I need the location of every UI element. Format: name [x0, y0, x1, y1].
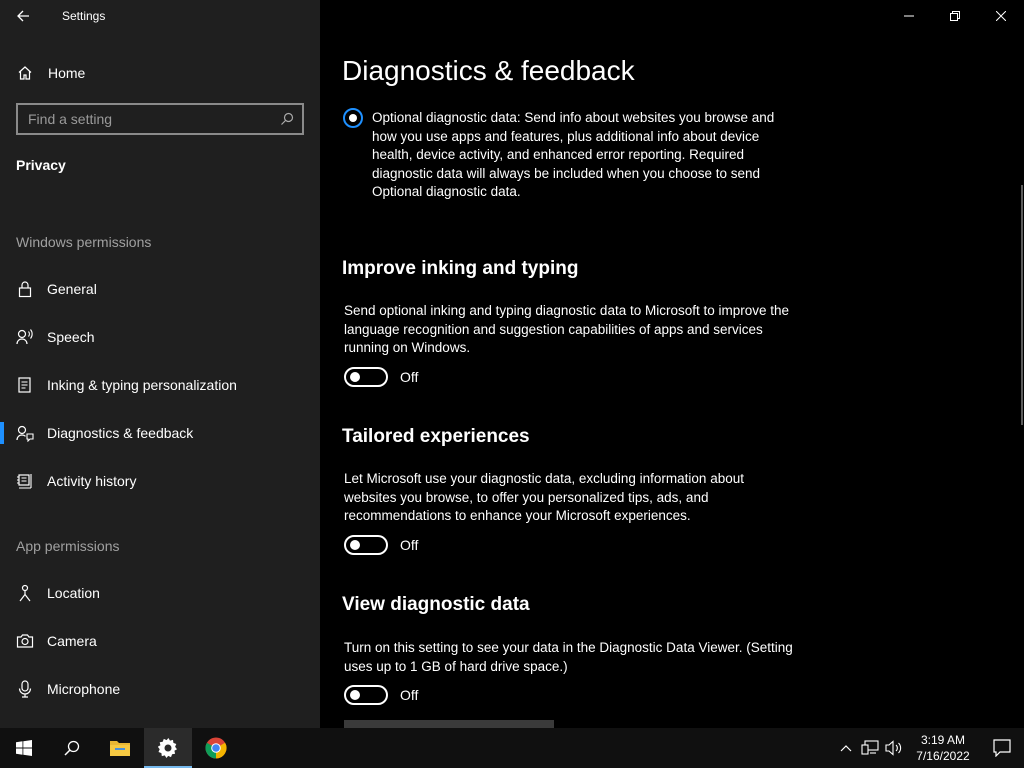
volume-button[interactable] — [882, 728, 906, 768]
minimize-icon — [904, 15, 914, 17]
sidebar-item-microphone[interactable]: Microphone — [0, 669, 320, 709]
sidebar-item-label: Inking & typing personalization — [47, 377, 237, 393]
optional-diagnostic-radio[interactable] — [343, 108, 363, 128]
clock-time: 3:19 AM — [920, 733, 966, 747]
settings-taskbar-button[interactable] — [144, 728, 192, 768]
microphone-icon — [16, 680, 34, 698]
group-label-app-permissions: App permissions — [16, 538, 120, 554]
sidebar-item-camera[interactable]: Camera — [0, 621, 320, 661]
speaker-icon — [885, 740, 902, 756]
taskbar: 3:19 AM 7/16/2022 — [0, 728, 1024, 768]
diagnostic-data-viewer-button[interactable] — [344, 720, 554, 728]
gear-icon — [158, 738, 178, 758]
view-diagnostic-data-toggle-row[interactable]: Off — [344, 685, 418, 705]
title-bar: Settings — [0, 0, 320, 32]
speech-icon — [16, 328, 34, 346]
window-controls — [886, 0, 1024, 32]
sidebar-item-label: Diagnostics & feedback — [47, 425, 194, 441]
main-content: Diagnostics & feedback Optional diagnost… — [320, 0, 1024, 728]
inking-icon — [16, 376, 34, 394]
clock[interactable]: 3:19 AM 7/16/2022 — [906, 732, 980, 764]
sidebar-item-diagnostics-feedback[interactable]: Diagnostics & feedback — [0, 413, 320, 453]
minimize-button[interactable] — [886, 0, 932, 32]
optional-diagnostic-text: Optional diagnostic data: Send info abou… — [372, 110, 775, 199]
close-button[interactable] — [978, 0, 1024, 32]
chevron-up-icon — [840, 745, 852, 752]
view-diagnostic-data-toggle[interactable] — [344, 685, 388, 705]
nav-home-label: Home — [48, 65, 86, 81]
location-icon — [16, 584, 34, 602]
search-icon[interactable] — [280, 112, 294, 126]
toggle-state-label: Off — [400, 687, 419, 703]
search-taskbar-button[interactable] — [48, 728, 96, 768]
folder-icon — [110, 741, 130, 756]
sidebar-item-label: General — [47, 281, 97, 297]
section-desc-inking-typing: Send optional inking and typing diagnost… — [344, 303, 790, 355]
sidebar-item-label: Activity history — [47, 473, 137, 489]
tailored-experiences-toggle-row[interactable]: Off — [344, 535, 418, 555]
section-heading-view-diagnostic-data: View diagnostic data — [342, 594, 530, 615]
inking-typing-toggle-row[interactable]: Off — [344, 367, 418, 387]
section-desc-tailored-experiences: Let Microsoft use your diagnostic data, … — [344, 471, 744, 523]
back-arrow-icon — [17, 10, 29, 22]
home-icon — [16, 64, 34, 82]
sidebar-item-activity-history[interactable]: Activity history — [0, 461, 320, 501]
sidebar: Settings Home Privacy Windows permission… — [0, 0, 320, 728]
page-title: Diagnostics & feedback — [342, 55, 635, 86]
search-box[interactable] — [16, 103, 304, 135]
inking-typing-toggle[interactable] — [344, 367, 388, 387]
search-input[interactable] — [28, 111, 280, 127]
toggle-knob — [350, 372, 360, 382]
clock-date: 7/16/2022 — [916, 749, 970, 763]
start-button[interactable] — [0, 728, 48, 768]
group-label-windows-permissions: Windows permissions — [16, 234, 152, 250]
section-heading-inking-typing: Improve inking and typing — [342, 258, 579, 279]
toggle-state-label: Off — [400, 537, 419, 553]
sidebar-item-label: Microphone — [47, 681, 121, 697]
activity-icon — [16, 472, 34, 490]
chrome-button[interactable] — [192, 728, 240, 768]
notification-icon — [993, 739, 1011, 757]
camera-icon — [16, 632, 34, 650]
system-tray: 3:19 AM 7/16/2022 — [834, 728, 1024, 768]
restore-button[interactable] — [932, 0, 978, 32]
sidebar-item-label: Speech — [47, 329, 95, 345]
file-explorer-button[interactable] — [96, 728, 144, 768]
toggle-knob — [350, 690, 360, 700]
app-title: Settings — [62, 9, 106, 23]
network-button[interactable] — [858, 728, 882, 768]
lock-icon — [16, 280, 34, 298]
optional-diagnostic-data-option[interactable]: Optional diagnostic data: Send info abou… — [343, 108, 793, 202]
nav-home[interactable]: Home — [0, 55, 320, 91]
network-icon — [861, 740, 879, 755]
back-button[interactable] — [0, 0, 46, 32]
feedback-icon — [16, 424, 34, 442]
tailored-experiences-toggle[interactable] — [344, 535, 388, 555]
scrollbar[interactable] — [1021, 185, 1023, 425]
show-hidden-icons-button[interactable] — [834, 728, 858, 768]
toggle-state-label: Off — [400, 369, 419, 385]
sidebar-item-location[interactable]: Location — [0, 573, 320, 613]
section-title: Privacy — [16, 157, 66, 173]
sidebar-item-inking-typing[interactable]: Inking & typing personalization — [0, 365, 320, 405]
search-icon — [64, 740, 80, 756]
chrome-icon — [205, 737, 227, 759]
sidebar-item-general[interactable]: General — [0, 269, 320, 309]
sidebar-item-label: Camera — [47, 633, 97, 649]
radio-dot — [349, 114, 357, 122]
section-desc-view-diagnostic-data: Turn on this setting to see your data in… — [344, 640, 793, 674]
action-center-button[interactable] — [980, 728, 1024, 768]
close-icon — [996, 11, 1006, 21]
restore-icon — [950, 11, 960, 21]
section-heading-tailored-experiences: Tailored experiences — [342, 426, 530, 447]
sidebar-item-speech[interactable]: Speech — [0, 317, 320, 357]
toggle-knob — [350, 540, 360, 550]
windows-logo-icon — [16, 740, 32, 756]
sidebar-item-label: Location — [47, 585, 100, 601]
